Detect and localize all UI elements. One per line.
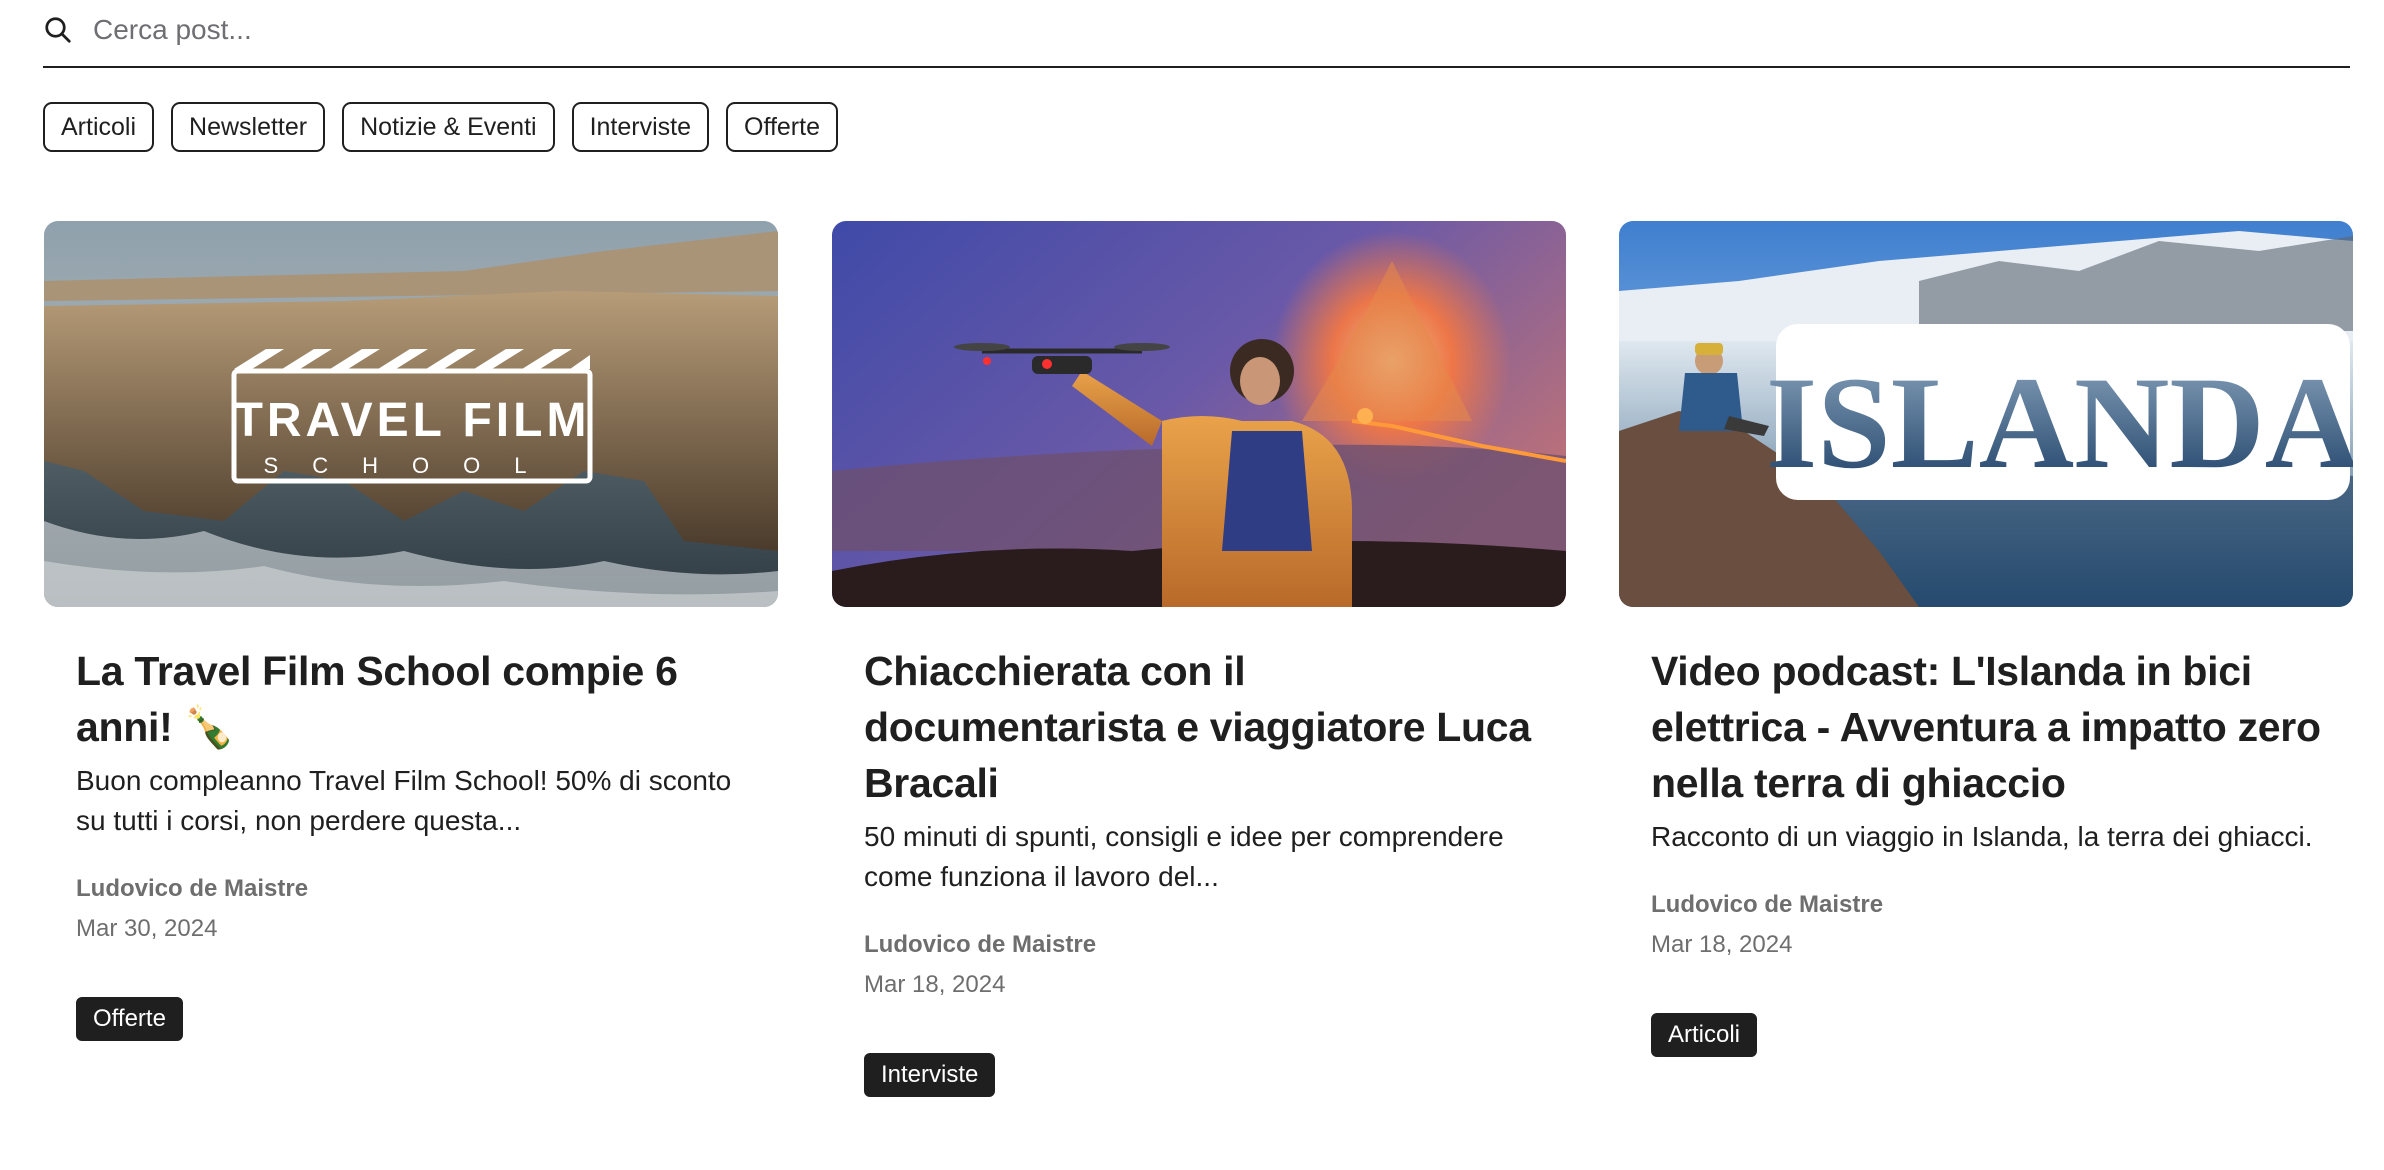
post-author: Ludovico de Maistre bbox=[76, 875, 309, 902]
post-title[interactable]: Chiacchierata con il documentarista e vi… bbox=[864, 643, 1534, 811]
search-input[interactable] bbox=[93, 14, 1893, 46]
post-title[interactable]: La Travel Film School compie 6 anni! 🍾 bbox=[76, 643, 746, 755]
post-excerpt: 50 minuti di spunti, consigli e idee per… bbox=[864, 821, 1504, 892]
post-card[interactable]: TRAVEL FILM SCHOOL La Travel Film School… bbox=[44, 221, 778, 1041]
post-thumbnail[interactable] bbox=[832, 221, 1566, 607]
post-card[interactable]: ISLANDA Video podcast: L'Islanda in bici… bbox=[1619, 221, 2353, 1057]
post-date: Mar 18, 2024 bbox=[864, 971, 1006, 998]
post-excerpt: Racconto di un viaggio in Islanda, la te… bbox=[1651, 821, 2313, 852]
post-author: Ludovico de Maistre bbox=[864, 931, 1097, 958]
filter-chip-notizie-eventi[interactable]: Notizie & Eventi bbox=[342, 102, 555, 152]
category-filters: Articoli Newsletter Notizie & Eventi Int… bbox=[43, 102, 838, 152]
search-icon bbox=[45, 17, 71, 43]
cliff-coast-image: TRAVEL FILM SCHOOL bbox=[44, 221, 778, 607]
travel-film-school-logo: TRAVEL FILM SCHOOL bbox=[231, 349, 593, 484]
post-author: Ludovico de Maistre bbox=[1651, 891, 1884, 918]
post-tag[interactable]: Articoli bbox=[1651, 1013, 1758, 1057]
post-thumbnail[interactable]: TRAVEL FILM SCHOOL bbox=[44, 221, 778, 607]
post-card[interactable]: Chiacchierata con il documentarista e vi… bbox=[832, 221, 1566, 1097]
post-date: Mar 18, 2024 bbox=[1651, 931, 1793, 958]
filter-chip-articoli[interactable]: Articoli bbox=[43, 102, 155, 152]
search-bar bbox=[43, 6, 2350, 68]
islanda-wordmark: ISLANDA bbox=[1766, 349, 2353, 496]
post-title[interactable]: Video podcast: L'Islanda in bici elettri… bbox=[1651, 643, 2321, 811]
post-tag[interactable]: Offerte bbox=[76, 997, 183, 1041]
filter-chip-offerte[interactable]: Offerte bbox=[726, 102, 838, 152]
iceland-glacier-image: ISLANDA bbox=[1619, 221, 2353, 607]
svg-text:TRAVEL FILM: TRAVEL FILM bbox=[234, 394, 591, 447]
post-tag[interactable]: Interviste bbox=[864, 1053, 996, 1097]
svg-text:SCHOOL: SCHOOL bbox=[264, 453, 561, 478]
filter-chip-interviste[interactable]: Interviste bbox=[571, 102, 710, 152]
post-excerpt: Buon compleanno Travel Film School! 50% … bbox=[76, 765, 732, 836]
blog-page: Articoli Newsletter Notizie & Eventi Int… bbox=[0, 0, 2384, 1170]
filter-chip-newsletter[interactable]: Newsletter bbox=[171, 102, 326, 152]
post-thumbnail[interactable]: ISLANDA bbox=[1619, 221, 2353, 607]
post-date: Mar 30, 2024 bbox=[76, 915, 218, 942]
drone-volcano-image bbox=[832, 221, 1566, 607]
